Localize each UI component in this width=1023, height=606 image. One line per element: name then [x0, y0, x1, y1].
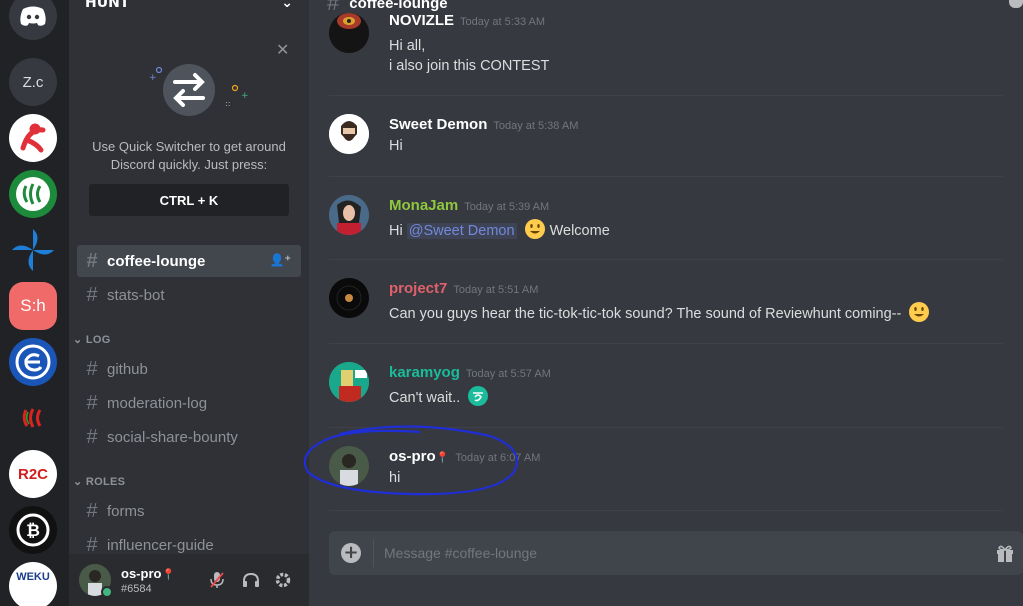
- message-content: hi: [389, 470, 401, 486]
- message-divider: [329, 259, 1003, 260]
- channel-label: influencer-guide: [107, 536, 214, 554]
- add-member-icon[interactable]: 👤⁺: [270, 253, 291, 267]
- server-runner[interactable]: [9, 114, 57, 162]
- mute-microphone-icon[interactable]: [207, 570, 227, 590]
- message-content: Can you guys hear the tic-tok-tic-tok so…: [389, 301, 930, 324]
- channel-coffee-lounge[interactable]: # coffee-lounge 👤⁺: [77, 245, 301, 277]
- hash-icon: #: [86, 391, 98, 414]
- server-sh[interactable]: S:h: [9, 282, 57, 330]
- server-steem-green[interactable]: [9, 170, 57, 218]
- message-divider: [329, 95, 1003, 96]
- message-author[interactable]: MonaJam Today at 5:39 AM: [389, 197, 549, 214]
- message-author[interactable]: Sweet Demon Today at 5:38 AM: [389, 116, 578, 133]
- category-log[interactable]: ⌄ LOG: [73, 333, 111, 346]
- message-timestamp: Today at 5:38 AM: [493, 120, 579, 132]
- avatar[interactable]: [329, 278, 369, 318]
- server-pinwheel[interactable]: [9, 226, 57, 274]
- channel-github[interactable]: # github: [77, 353, 301, 385]
- channel-forms[interactable]: # forms: [77, 495, 301, 527]
- avatar[interactable]: [329, 362, 369, 402]
- server-bitcoin[interactable]: ₿: [9, 506, 57, 554]
- hash-icon: #: [86, 283, 98, 306]
- channel-label: coffee-lounge: [107, 252, 206, 270]
- avatar[interactable]: [329, 114, 369, 154]
- teal-badge-emoji-icon: [468, 386, 489, 406]
- server-weku[interactable]: WEKU: [9, 562, 57, 606]
- quick-switcher-icon: + + ::: [149, 64, 249, 116]
- gift-icon[interactable]: [995, 543, 1015, 563]
- message-input[interactable]: [384, 542, 944, 564]
- user-mention[interactable]: @Sweet Demon: [406, 223, 517, 239]
- message-author[interactable]: os-pro📍 Today at 6:07 AM: [389, 448, 540, 465]
- avatar[interactable]: [329, 195, 369, 235]
- hash-icon: #: [327, 0, 340, 15]
- channel-label: stats-bot: [107, 286, 165, 304]
- channel-label: github: [107, 360, 148, 378]
- close-icon[interactable]: ✕: [276, 40, 289, 59]
- message-divider: [329, 176, 1003, 177]
- message-timestamp: Today at 5:39 AM: [464, 201, 550, 213]
- svg-text:::: ::: [225, 99, 230, 108]
- category-roles[interactable]: ⌄ ROLES: [73, 475, 125, 488]
- avatar[interactable]: [329, 13, 369, 53]
- smiley-emoji-icon: [909, 302, 930, 322]
- message-content: Hi all, i also join this CONTEST: [389, 38, 550, 74]
- channel-sidebar: HUNT ⌄ ✕ + + :: Use Quick Switcher to ge…: [69, 0, 309, 606]
- guild-header[interactable]: HUNT ⌄: [69, 0, 309, 18]
- avatar[interactable]: [329, 446, 369, 486]
- server-e-globe[interactable]: [9, 338, 57, 386]
- message-content: Hi @Sweet Demon Welcome: [389, 218, 610, 241]
- channel-label: forms: [107, 502, 145, 520]
- hash-icon: #: [86, 249, 98, 272]
- svg-text:+: +: [149, 73, 157, 83]
- user-panel: os-pro📍 #6584: [69, 554, 309, 606]
- channel-social-share-bounty[interactable]: # social-share-bounty: [77, 421, 301, 453]
- chat-area: # coffee-lounge NOVIZLE Today at 5:33 AM …: [309, 0, 1023, 606]
- message-timestamp: Today at 6:07 AM: [455, 452, 541, 464]
- discord-home-icon[interactable]: [9, 0, 57, 40]
- message-author[interactable]: NOVIZLE Today at 5:33 AM: [389, 12, 545, 29]
- user-discriminator: #6584: [121, 583, 152, 595]
- quick-switcher-shortcut[interactable]: CTRL + K: [89, 184, 289, 216]
- headphones-icon[interactable]: [241, 570, 261, 590]
- channel-stats-bot[interactable]: # stats-bot: [77, 279, 301, 311]
- hash-icon: #: [86, 357, 98, 380]
- svg-text:₿: ₿: [26, 521, 40, 541]
- message-divider: [329, 510, 1003, 511]
- message-timestamp: Today at 5:57 AM: [465, 368, 551, 380]
- svg-text:+: +: [241, 91, 249, 101]
- channel-moderation-log[interactable]: # moderation-log: [77, 387, 301, 419]
- channel-label: moderation-log: [107, 394, 208, 412]
- guild-name: HUNT: [85, 0, 130, 11]
- message-divider: [329, 427, 1003, 428]
- message-content: Hi: [389, 138, 403, 154]
- message-author[interactable]: project7 Today at 5:51 AM: [389, 280, 538, 297]
- hash-icon: #: [86, 425, 98, 448]
- upload-plus-icon[interactable]: +: [341, 543, 361, 563]
- quick-switcher-text: Use Quick Switcher to get around Discord…: [92, 139, 286, 172]
- message-timestamp: Today at 5:33 AM: [460, 16, 546, 28]
- online-status-indicator: [101, 586, 113, 598]
- message-timestamp: Today at 5:51 AM: [453, 284, 539, 296]
- channel-title: coffee-lounge: [349, 0, 448, 12]
- server-steem-small[interactable]: [9, 394, 57, 442]
- server-zc[interactable]: Z.c: [9, 58, 57, 106]
- message-content: Can't wait..: [389, 385, 489, 408]
- smiley-emoji-icon: [524, 219, 545, 239]
- message-composer: +: [329, 531, 1023, 575]
- channel-label: social-share-bounty: [107, 428, 238, 446]
- server-rail: Z.c S:h R2C ₿ WEKU: [0, 0, 69, 606]
- hash-icon: #: [86, 499, 98, 522]
- user-name: os-pro📍: [121, 566, 176, 581]
- message-divider: [329, 343, 1003, 344]
- message-author[interactable]: karamyog Today at 5:57 AM: [389, 364, 551, 381]
- chevron-down-icon: ⌄: [281, 0, 293, 11]
- server-r2c[interactable]: R2C: [9, 450, 57, 498]
- gear-icon[interactable]: [273, 570, 293, 590]
- composer-divider: [373, 539, 374, 567]
